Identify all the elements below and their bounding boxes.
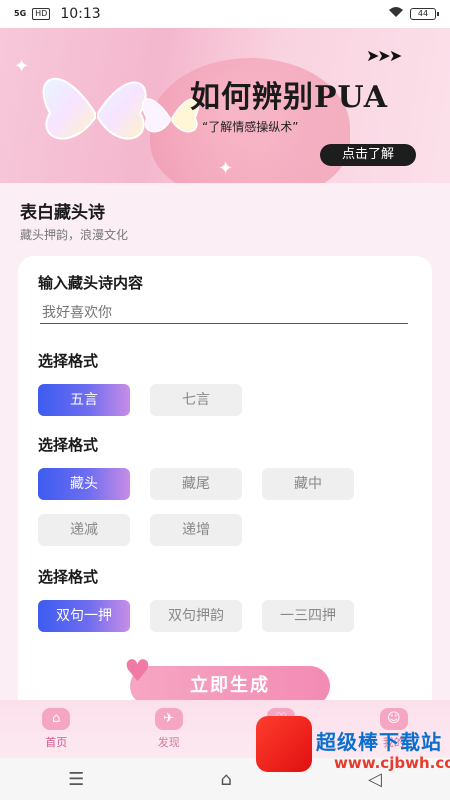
sparkle-icon: ✦ — [14, 56, 30, 77]
banner-subtitle: “了解情感操纵术” — [202, 120, 299, 134]
poem-form-card: 输入藏头诗内容 选择格式 五言 七言 选择格式 藏头 藏尾 藏中 递减 递增 选… — [18, 256, 432, 726]
format-label-position: 选择格式 — [38, 436, 99, 454]
compass-icon: ✈ — [154, 708, 183, 730]
nav-discover-label: 发现 — [157, 736, 180, 749]
nav-discover[interactable]: ✈ 发现 — [113, 700, 226, 758]
page-title: 表白藏头诗 — [20, 203, 105, 223]
status-bar: 5G HD 10:13 44 — [0, 0, 450, 28]
chip-cang-zhong[interactable]: 藏中 — [262, 468, 354, 500]
battery-icon: 44 — [410, 8, 439, 20]
pua-banner[interactable]: ✦ ✦ ➤➤➤ 如何辨别PUA “了解情感操纵术” 点击了解 — [0, 28, 450, 183]
chip-decreasing[interactable]: 递减 — [38, 514, 130, 546]
home-button-icon[interactable]: ⌂ — [220, 769, 231, 790]
menu-icon[interactable]: ☰ — [68, 769, 84, 790]
watermark-url: www.cjbwh.com — [334, 754, 450, 772]
chip-increasing[interactable]: 递增 — [150, 514, 242, 546]
banner-title: 如何辨别PUA — [190, 80, 389, 115]
chip-cang-wei[interactable]: 藏尾 — [150, 468, 242, 500]
arrows-icon: ➤➤➤ — [366, 46, 402, 65]
chip-seven-char[interactable]: 七言 — [150, 384, 242, 416]
sparkle-icon: ✦ — [218, 158, 234, 179]
nav-home[interactable]: ⌂ 首页 — [0, 700, 113, 758]
page-subtitle: 藏头押韵，浪漫文化 — [20, 228, 129, 242]
status-time: 10:13 — [60, 6, 101, 22]
watermark-logo-icon — [256, 716, 312, 772]
poem-content-input[interactable] — [40, 300, 408, 324]
hearts-icon: ♥ — [124, 654, 151, 689]
chip-rhyme-pair[interactable]: 双句押韵 — [150, 600, 242, 632]
watermark-text: 超级棒下载站 — [316, 730, 442, 754]
format-label-length: 选择格式 — [38, 352, 99, 370]
nav-home-label: 首页 — [45, 736, 68, 749]
learn-more-button[interactable]: 点击了解 — [320, 144, 416, 166]
chip-cang-tou[interactable]: 藏头 — [38, 468, 130, 500]
chip-rhyme-pair-one[interactable]: 双句一押 — [38, 600, 130, 632]
watermark: 超级棒下载站 www.cjbwh.com — [250, 712, 450, 780]
signal-icon: 5G — [14, 9, 27, 18]
home-icon: ⌂ — [42, 708, 71, 730]
wifi-icon — [388, 6, 404, 22]
format-label-rhyme: 选择格式 — [38, 568, 99, 586]
chip-rhyme-134[interactable]: 一三四押 — [262, 600, 354, 632]
input-label: 输入藏头诗内容 — [38, 274, 144, 292]
chip-five-char[interactable]: 五言 — [38, 384, 130, 416]
hd-badge: HD — [32, 8, 51, 20]
